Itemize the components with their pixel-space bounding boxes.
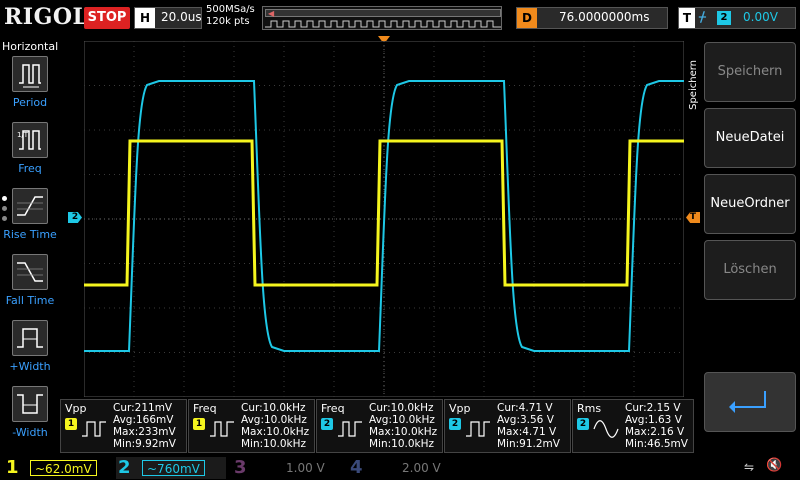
run-stop-status[interactable]: STOP xyxy=(84,7,130,29)
measure-label: +Width xyxy=(9,360,51,373)
measure-label: Rise Time xyxy=(3,228,57,241)
usb-icon: ⇋ xyxy=(744,460,755,474)
memory-position-bar[interactable]: ◀ xyxy=(262,6,502,30)
freq-icon: 1/T xyxy=(12,122,48,158)
measure-period[interactable]: Period xyxy=(0,56,60,116)
sample-rate: 500MSa/s xyxy=(206,4,255,15)
vpp-icon xyxy=(466,421,490,437)
measurement-vpp-ch2[interactable]: Vpp 2 Cur:4.71 V Avg:3.56 V Max:4.71 V M… xyxy=(444,399,571,453)
fall-time-icon xyxy=(12,254,48,290)
trigger-channel: 2 xyxy=(717,11,731,25)
measurement-freq-ch1[interactable]: Freq 1 Cur:10.0kHz Avg:10.0kHz Max:10.0k… xyxy=(188,399,315,453)
waveform-display[interactable] xyxy=(84,41,684,397)
measure-neg-width[interactable]: -Width xyxy=(0,386,60,446)
horizontal-measure-panel: Horizontal Period 1/T Freq Rise Time Fal… xyxy=(0,36,60,454)
horizontal-key: H xyxy=(135,8,155,28)
rising-edge-icon: ᚋ xyxy=(699,9,706,25)
channel-4-box[interactable]: 4 2.00 V xyxy=(348,457,456,479)
period-icon xyxy=(12,56,48,92)
window-marker-icon: ◀ xyxy=(268,9,275,18)
rise-time-icon xyxy=(12,188,48,224)
delay-box[interactable]: D 76.0000000ms xyxy=(516,7,668,29)
vpp-icon xyxy=(82,421,106,437)
measure-label: Period xyxy=(12,96,48,109)
channel-bar: 1 ~62.0mV 2 ~760mV 3 1.00 V 4 2.00 V ⇋ 🔇 xyxy=(0,454,800,480)
trigger-level-marker[interactable]: T xyxy=(686,212,700,223)
measure-fall-time[interactable]: Fall Time xyxy=(0,254,60,314)
rms-sine-icon xyxy=(593,420,619,438)
panel-title: Horizontal xyxy=(2,40,59,53)
channel-3-box[interactable]: 3 1.00 V xyxy=(232,457,340,479)
enter-button[interactable] xyxy=(704,372,796,432)
delay-key: D xyxy=(517,8,537,28)
loeschen-button[interactable]: Löschen xyxy=(704,240,796,300)
measure-rise-time[interactable]: Rise Time xyxy=(0,188,60,248)
measurement-freq-ch2[interactable]: Freq 2 Cur:10.0kHz Avg:10.0kHz Max:10.0k… xyxy=(316,399,443,453)
memory-window-indicator: ◀ xyxy=(265,9,501,18)
neg-width-icon xyxy=(12,386,48,422)
timebase-value: 20.0us xyxy=(161,10,202,24)
neue-datei-button[interactable]: NeueDatei xyxy=(704,108,796,168)
measure-pos-width[interactable]: +Width xyxy=(0,320,60,380)
ch1-offset-marker[interactable]: 2 xyxy=(68,212,82,223)
measure-label: -Width xyxy=(12,426,48,439)
brand-logo: RIGOL xyxy=(4,4,89,30)
speaker-mute-icon[interactable]: 🔇 xyxy=(766,458,782,473)
freq-icon xyxy=(210,421,234,437)
timebase-box[interactable]: H 20.0us xyxy=(134,7,202,29)
measurement-rms-ch2[interactable]: Rms 2 Cur:2.15 V Avg:1.63 V Max:2.16 V M… xyxy=(572,399,694,453)
trigger-box[interactable]: T ᚋ 2 0.00V xyxy=(678,7,796,29)
memory-waveform-preview xyxy=(265,20,501,28)
trigger-key: T xyxy=(679,8,695,28)
speichern-button[interactable]: Speichern xyxy=(704,42,796,102)
pos-width-icon xyxy=(12,320,48,356)
memory-depth: 120k pts xyxy=(206,16,250,27)
measure-label: Fall Time xyxy=(5,294,55,307)
measure-label: Freq xyxy=(18,162,42,175)
top-status-bar: RIGOL STOP H 20.0us 500MSa/s 120k pts ◀ … xyxy=(0,0,800,36)
freq-icon xyxy=(338,421,362,437)
neue-ordner-button[interactable]: NeueOrdner xyxy=(704,174,796,234)
menu-title: Speichern xyxy=(688,60,699,110)
channel-2-box[interactable]: 2 ~760mV xyxy=(116,457,226,479)
acquisition-info: 500MSa/s 120k pts xyxy=(206,4,255,28)
measure-freq[interactable]: 1/T Freq xyxy=(0,122,60,182)
svg-text:1/T: 1/T xyxy=(17,131,29,139)
delay-value: 76.0000000ms xyxy=(559,10,650,24)
enter-arrow-icon xyxy=(729,391,766,413)
trigger-level: 0.00V xyxy=(743,10,778,24)
waveform-grid xyxy=(84,41,684,397)
channel-1-box[interactable]: 1 ~62.0mV xyxy=(4,457,108,479)
measurement-vpp-ch1[interactable]: Vpp 1 Cur:211mV Avg:166mV Max:233mV Min:… xyxy=(60,399,187,453)
